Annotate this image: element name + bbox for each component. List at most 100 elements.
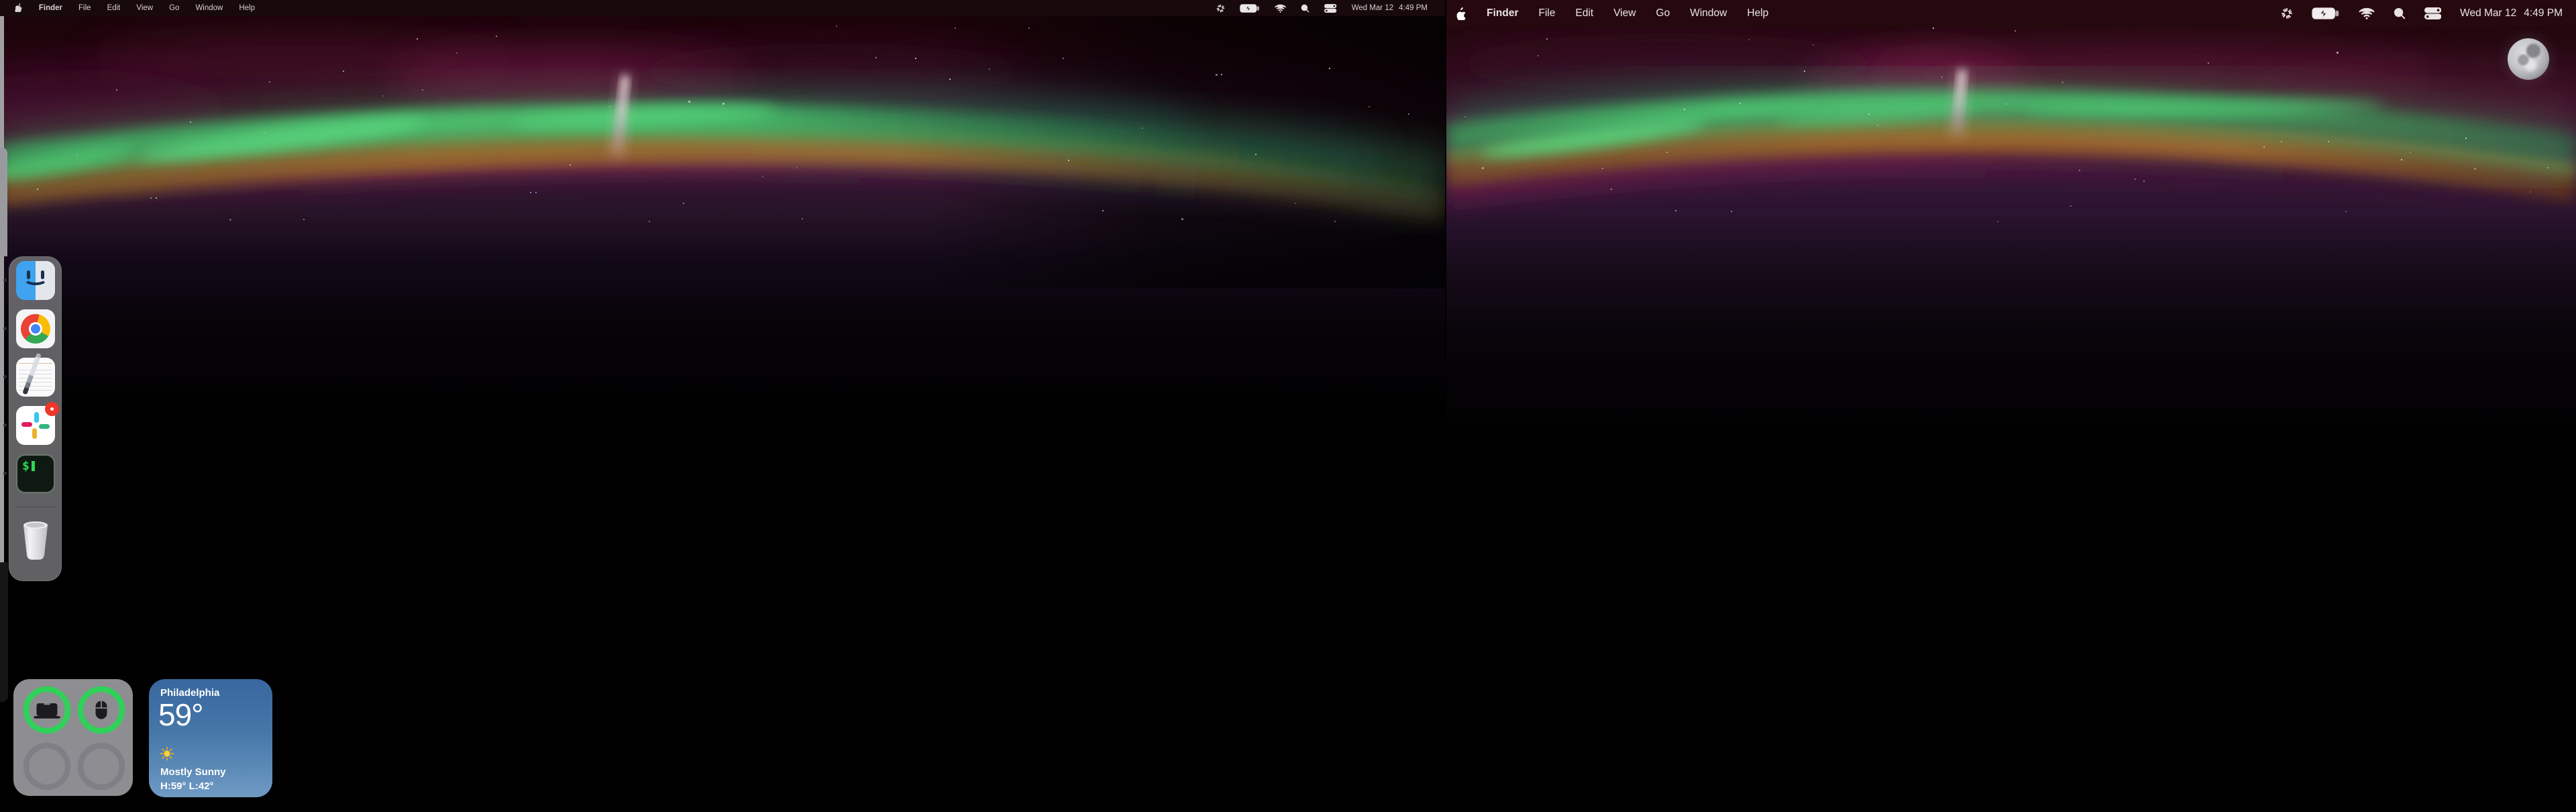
menu-view[interactable]: View bbox=[136, 4, 153, 12]
battery-charging-icon[interactable] bbox=[1240, 4, 1260, 13]
star bbox=[1216, 74, 1218, 76]
star bbox=[722, 103, 724, 105]
dock-finder-icon[interactable] bbox=[16, 261, 55, 300]
menu-app-name[interactable]: Finder bbox=[1487, 7, 1518, 19]
offscreen-window-edge[interactable] bbox=[0, 16, 4, 562]
star bbox=[1877, 125, 1878, 126]
star bbox=[989, 68, 990, 70]
star bbox=[1068, 160, 1069, 161]
dock-slack-icon[interactable] bbox=[16, 406, 55, 445]
batteries-widget[interactable] bbox=[13, 679, 133, 796]
apple-icon[interactable] bbox=[1456, 7, 1466, 20]
sun-icon[interactable] bbox=[1216, 4, 1225, 13]
star bbox=[762, 176, 763, 177]
star bbox=[2328, 141, 2329, 142]
star bbox=[915, 58, 916, 59]
laptop-icon bbox=[34, 703, 60, 719]
menu-window[interactable]: Window bbox=[1690, 7, 1727, 19]
menu-go[interactable]: Go bbox=[1656, 7, 1670, 19]
control-center-icon[interactable] bbox=[2424, 7, 2441, 19]
empty-slot-ring bbox=[26, 746, 68, 787]
wifi-icon[interactable] bbox=[1275, 4, 1286, 13]
wifi-icon[interactable] bbox=[2359, 7, 2375, 19]
offscreen-window-edge[interactable] bbox=[0, 148, 7, 256]
menu-go[interactable]: Go bbox=[169, 4, 179, 12]
star bbox=[1221, 74, 1222, 75]
aurora-art-right bbox=[1446, 0, 2576, 812]
star bbox=[190, 121, 191, 123]
weather-widget[interactable]: Philadelphia 59° Mostly Sunny H:59° L:42… bbox=[149, 679, 272, 797]
star bbox=[1666, 152, 1668, 153]
display-left: Finder File Edit View Go Window Help bbox=[0, 0, 1445, 812]
star bbox=[2135, 179, 2136, 180]
star bbox=[836, 26, 837, 27]
star bbox=[1739, 103, 1741, 104]
display-right: Finder File Edit View Go Window Help bbox=[1446, 0, 2576, 812]
weather-high-low: H:59° L:42° bbox=[160, 780, 214, 792]
star bbox=[1684, 109, 1685, 110]
search-icon[interactable] bbox=[1301, 4, 1309, 13]
star bbox=[37, 189, 38, 190]
dock-chrome-icon[interactable] bbox=[16, 309, 55, 348]
menu-view[interactable]: View bbox=[1613, 7, 1635, 19]
menu-app-name[interactable]: Finder bbox=[39, 4, 62, 12]
weather-condition: Mostly Sunny bbox=[160, 766, 226, 778]
menu-file[interactable]: File bbox=[1539, 7, 1556, 19]
sun-icon[interactable] bbox=[2281, 7, 2293, 19]
star bbox=[1804, 70, 1805, 72]
wallpaper-right bbox=[1446, 0, 2576, 812]
star bbox=[422, 89, 423, 91]
star bbox=[2015, 30, 2016, 32]
weather-temperature: 59° bbox=[158, 697, 203, 733]
battery-charging-icon[interactable] bbox=[2312, 7, 2340, 19]
star bbox=[1329, 68, 1330, 69]
star bbox=[1295, 203, 1296, 204]
star bbox=[688, 101, 690, 103]
dock-notes-icon[interactable] bbox=[16, 358, 55, 397]
star bbox=[1482, 167, 1484, 169]
right-menu-bar: Finder File Edit View Go Window Help bbox=[1446, 0, 2576, 27]
star bbox=[1941, 77, 1943, 78]
apple-icon[interactable] bbox=[15, 3, 23, 13]
time-label: 4:49 PM bbox=[2524, 7, 2563, 19]
trash-bin bbox=[16, 517, 55, 564]
star bbox=[2208, 62, 2209, 64]
slack-logo-yellow bbox=[32, 428, 37, 439]
time-label: 4:49 PM bbox=[1399, 4, 1428, 12]
menu-bar-clock[interactable]: Wed Mar 12 4:49 PM bbox=[1352, 4, 1428, 12]
star bbox=[1408, 113, 1409, 115]
dock-trash-icon[interactable] bbox=[16, 517, 55, 564]
control-center-icon[interactable] bbox=[1324, 4, 1336, 13]
star bbox=[2401, 159, 2402, 160]
running-indicator-terminal bbox=[3, 472, 7, 475]
menu-help[interactable]: Help bbox=[239, 4, 255, 12]
star bbox=[303, 219, 305, 220]
star bbox=[229, 219, 231, 221]
menu-help[interactable]: Help bbox=[1747, 7, 1768, 19]
running-indicator-chrome bbox=[3, 327, 7, 330]
star bbox=[2070, 205, 2072, 207]
star bbox=[116, 89, 117, 91]
menu-window[interactable]: Window bbox=[195, 4, 223, 12]
star bbox=[150, 197, 152, 199]
star bbox=[2079, 170, 2080, 171]
offscreen-window-edge[interactable] bbox=[0, 562, 8, 702]
star bbox=[683, 203, 684, 204]
mouse-icon bbox=[96, 701, 107, 719]
menu-bar-clock[interactable]: Wed Mar 12 4:49 PM bbox=[2460, 7, 2563, 19]
notification-badge bbox=[45, 402, 59, 416]
slack-logo-green bbox=[39, 424, 50, 429]
menu-edit[interactable]: Edit bbox=[107, 4, 121, 12]
chrome-blue-center bbox=[31, 324, 40, 334]
menu-file[interactable]: File bbox=[78, 4, 91, 12]
menu-edit[interactable]: Edit bbox=[1576, 7, 1594, 19]
star bbox=[2474, 168, 2476, 170]
star bbox=[802, 218, 803, 219]
star bbox=[2263, 146, 2265, 148]
star bbox=[264, 132, 266, 134]
dock-terminal-icon[interactable]: $ bbox=[16, 454, 55, 493]
dock: $ bbox=[9, 256, 62, 581]
star bbox=[609, 106, 610, 107]
star bbox=[1933, 28, 1934, 29]
search-icon[interactable] bbox=[2394, 7, 2406, 19]
